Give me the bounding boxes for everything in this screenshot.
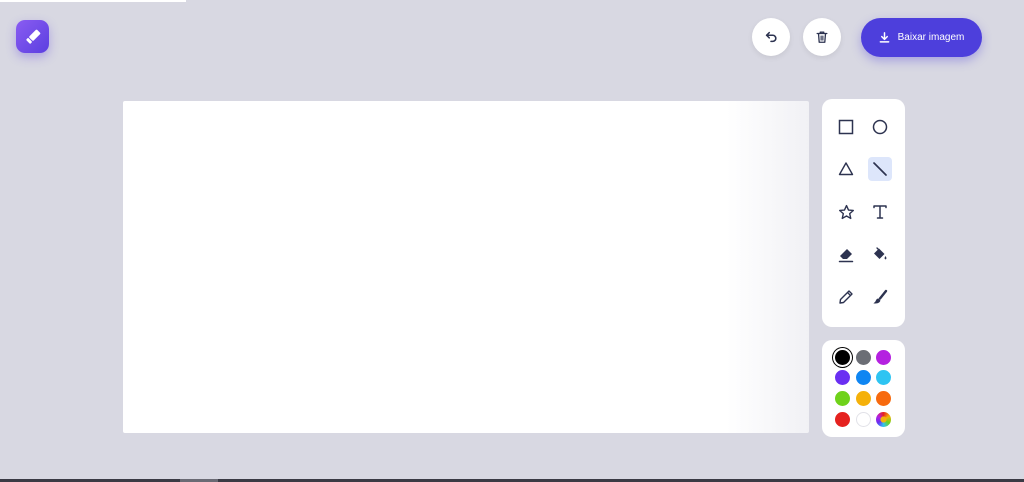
clear-canvas-button[interactable] <box>803 18 841 56</box>
undo-icon <box>765 31 777 43</box>
circle-icon <box>872 119 888 135</box>
drawing-canvas[interactable] <box>123 101 809 433</box>
brush-icon <box>873 289 888 304</box>
swatch-purple[interactable] <box>876 350 891 365</box>
undo-button[interactable] <box>752 18 790 56</box>
tool-fill[interactable] <box>868 243 892 267</box>
tool-star[interactable] <box>834 200 858 224</box>
pen-logo-icon <box>25 29 40 44</box>
swatch-white[interactable] <box>856 412 871 427</box>
paint-bucket-icon <box>874 247 887 260</box>
swatch-amber[interactable] <box>856 391 871 406</box>
tool-eraser[interactable] <box>834 243 858 267</box>
swatch-red[interactable] <box>835 412 850 427</box>
triangle-icon <box>838 162 854 176</box>
line-icon <box>873 162 887 176</box>
tool-text[interactable] <box>868 200 892 224</box>
swatch-custom-color-picker[interactable] <box>876 412 891 427</box>
swatch-blue[interactable] <box>856 370 871 385</box>
download-button-label: Baixar imagem <box>897 32 965 43</box>
trash-icon <box>816 31 828 43</box>
tool-rectangle[interactable] <box>834 115 858 139</box>
eraser-icon <box>838 249 854 263</box>
text-icon <box>873 205 887 219</box>
tool-triangle[interactable] <box>834 157 858 181</box>
swatch-sky[interactable] <box>876 370 891 385</box>
download-icon <box>879 32 889 43</box>
tools-panel <box>822 99 905 327</box>
swatch-green[interactable] <box>835 391 850 406</box>
swatch-gray[interactable] <box>856 350 871 365</box>
swatch-violet[interactable] <box>835 370 850 385</box>
color-palette <box>822 340 905 437</box>
app-logo[interactable] <box>16 20 49 53</box>
download-image-button[interactable]: Baixar imagem <box>861 18 982 57</box>
pencil-icon <box>839 290 853 304</box>
square-icon <box>838 119 854 135</box>
tool-pencil[interactable] <box>834 285 858 309</box>
tool-line[interactable] <box>868 157 892 181</box>
tool-brush[interactable] <box>868 285 892 309</box>
swatch-black[interactable] <box>835 350 850 365</box>
tool-circle[interactable] <box>868 115 892 139</box>
top-edge-strip <box>0 0 186 2</box>
star-icon <box>838 204 854 219</box>
swatch-orange[interactable] <box>876 391 891 406</box>
